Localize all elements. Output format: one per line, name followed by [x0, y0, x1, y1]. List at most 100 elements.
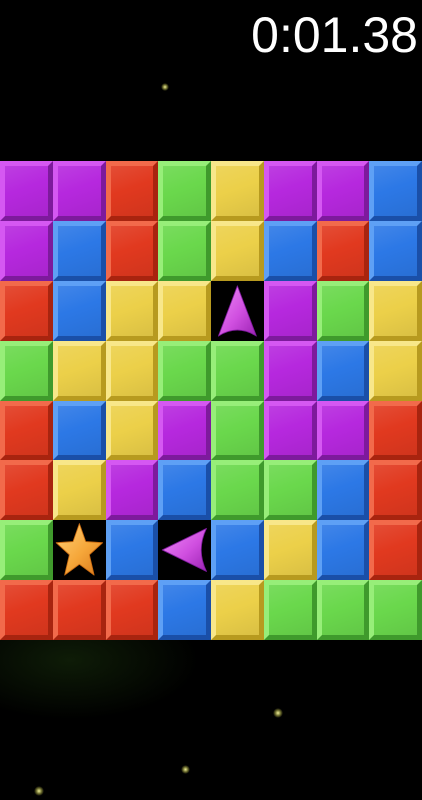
- tile-red[interactable]: [369, 520, 422, 581]
- tile-face: [268, 345, 312, 396]
- tile-yellow[interactable]: [211, 580, 264, 640]
- tile-red[interactable]: [316, 220, 370, 281]
- piece-cell-star[interactable]: [52, 520, 106, 581]
- tile-face: [268, 285, 312, 336]
- tile-green[interactable]: [0, 520, 53, 581]
- sparkle-particle: [34, 786, 44, 796]
- tile-blue[interactable]: [158, 580, 211, 640]
- tile-green[interactable]: [316, 580, 370, 640]
- tile-blue[interactable]: [316, 520, 370, 581]
- game-screen: 0:01.38: [0, 0, 422, 800]
- tile-purple[interactable]: [263, 400, 317, 461]
- tile-face: [5, 345, 48, 396]
- tile-face: [374, 465, 417, 516]
- tile-green[interactable]: [211, 400, 264, 461]
- tile-blue[interactable]: [158, 460, 211, 521]
- tile-blue[interactable]: [316, 460, 370, 521]
- tile-red[interactable]: [369, 460, 422, 521]
- tile-green[interactable]: [158, 161, 211, 221]
- tile-face: [163, 465, 206, 516]
- tile-face: [268, 166, 312, 216]
- tile-green[interactable]: [263, 580, 317, 640]
- tile-yellow[interactable]: [211, 220, 264, 281]
- tile-yellow[interactable]: [52, 340, 106, 401]
- tile-green[interactable]: [316, 280, 370, 341]
- tile-blue[interactable]: [52, 220, 106, 281]
- sparkle-particle: [181, 765, 190, 774]
- tile-purple[interactable]: [263, 280, 317, 341]
- tile-face: [321, 225, 365, 276]
- tile-purple[interactable]: [263, 340, 317, 401]
- tile-green[interactable]: [211, 340, 264, 401]
- tile-red[interactable]: [0, 400, 53, 461]
- tile-face: [216, 585, 259, 635]
- tile-red[interactable]: [0, 460, 53, 521]
- tile-blue[interactable]: [52, 280, 106, 341]
- tile-face: [216, 166, 259, 216]
- arrow-left-icon[interactable]: [158, 520, 211, 580]
- tile-face: [163, 585, 206, 635]
- tile-purple[interactable]: [105, 460, 159, 521]
- tile-face: [163, 345, 206, 396]
- tile-face: [216, 225, 259, 276]
- tile-blue[interactable]: [316, 340, 370, 401]
- tile-red[interactable]: [0, 580, 53, 640]
- tile-yellow[interactable]: [369, 280, 422, 341]
- tile-green[interactable]: [158, 340, 211, 401]
- tile-face: [57, 345, 101, 396]
- tile-face: [110, 166, 154, 216]
- tile-purple[interactable]: [158, 400, 211, 461]
- tile-face: [110, 345, 154, 396]
- tile-yellow[interactable]: [369, 340, 422, 401]
- tile-green[interactable]: [158, 220, 211, 281]
- tile-yellow[interactable]: [263, 520, 317, 581]
- tile-red[interactable]: [0, 280, 53, 341]
- tile-yellow[interactable]: [211, 161, 264, 221]
- piece-cell-arrow-left[interactable]: [158, 520, 211, 581]
- tile-blue[interactable]: [211, 520, 264, 581]
- tile-red[interactable]: [52, 580, 106, 640]
- tile-purple[interactable]: [0, 220, 53, 281]
- tile-blue[interactable]: [105, 520, 159, 581]
- tile-blue[interactable]: [52, 400, 106, 461]
- tile-green[interactable]: [369, 580, 422, 640]
- tile-red[interactable]: [105, 580, 159, 640]
- tile-blue[interactable]: [369, 220, 422, 281]
- tile-green[interactable]: [0, 340, 53, 401]
- tile-purple[interactable]: [52, 161, 106, 221]
- tile-face: [216, 525, 259, 576]
- tile-red[interactable]: [105, 161, 159, 221]
- tile-face: [321, 345, 365, 396]
- elapsed-timer: 0:01.38: [251, 7, 418, 63]
- tile-yellow[interactable]: [105, 340, 159, 401]
- tile-yellow[interactable]: [105, 280, 159, 341]
- piece-cell-arrow-up[interactable]: [211, 280, 264, 341]
- tile-yellow[interactable]: [105, 400, 159, 461]
- tile-red[interactable]: [105, 220, 159, 281]
- sparkle-particle: [161, 83, 169, 91]
- tile-purple[interactable]: [263, 161, 317, 221]
- tile-green[interactable]: [263, 460, 317, 521]
- tile-yellow[interactable]: [52, 460, 106, 521]
- arrow-up-icon[interactable]: [211, 281, 264, 341]
- tile-face: [216, 405, 259, 456]
- tile-blue[interactable]: [369, 161, 422, 221]
- tile-face: [374, 166, 417, 216]
- tile-face: [5, 405, 48, 456]
- tile-face: [268, 585, 312, 635]
- tile-face: [110, 465, 154, 516]
- tile-face: [216, 465, 259, 516]
- tile-green[interactable]: [211, 460, 264, 521]
- tile-purple[interactable]: [0, 161, 53, 221]
- tile-face: [374, 405, 417, 456]
- tile-face: [5, 285, 48, 336]
- game-board[interactable]: [0, 161, 422, 640]
- tile-red[interactable]: [369, 400, 422, 461]
- tile-blue[interactable]: [263, 220, 317, 281]
- star-icon[interactable]: [53, 520, 106, 580]
- tile-purple[interactable]: [316, 161, 370, 221]
- tile-face: [5, 585, 48, 635]
- tile-purple[interactable]: [316, 400, 370, 461]
- tile-face: [110, 225, 154, 276]
- tile-yellow[interactable]: [158, 280, 211, 341]
